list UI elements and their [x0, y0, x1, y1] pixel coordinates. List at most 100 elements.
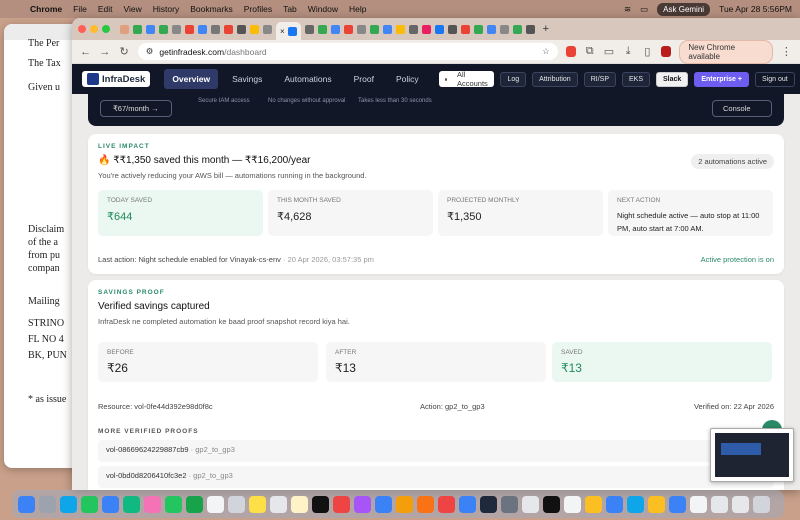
vscode-icon[interactable]	[627, 495, 644, 513]
menu-view[interactable]: View	[123, 4, 141, 14]
appletv-icon[interactable]	[312, 495, 329, 513]
app-icon[interactable]	[648, 495, 665, 513]
stack-icon[interactable]	[732, 495, 749, 513]
messages-icon[interactable]	[81, 495, 98, 513]
appstore-icon[interactable]	[375, 495, 392, 513]
zoom-window-icon[interactable]	[102, 25, 110, 33]
tab-favicon[interactable]	[382, 24, 392, 34]
console-button[interactable]: Console	[712, 100, 772, 117]
photos-icon[interactable]	[144, 495, 161, 513]
tab-favicon[interactable]	[408, 24, 418, 34]
tab-favicon[interactable]	[317, 24, 327, 34]
tab-favicon[interactable]	[460, 24, 470, 34]
bookmark-star-icon[interactable]: ☆	[542, 46, 550, 57]
nav-savings[interactable]: Savings	[224, 69, 270, 89]
sidepanel-icon[interactable]: ▯	[642, 45, 653, 58]
nav-proof[interactable]: Proof	[346, 69, 382, 89]
app-icon[interactable]	[669, 495, 686, 513]
stack-icon[interactable]	[711, 495, 728, 513]
tab-favicon[interactable]	[395, 24, 405, 34]
calendar-icon[interactable]	[207, 495, 224, 513]
tab-favicon[interactable]	[211, 24, 220, 34]
active-tab[interactable]: ×	[276, 22, 301, 40]
menu-edit[interactable]: Edit	[98, 4, 113, 14]
mail-icon[interactable]	[102, 495, 119, 513]
reminders-icon[interactable]	[270, 495, 287, 513]
log-button[interactable]: Log	[500, 71, 527, 87]
tab-favicon[interactable]	[356, 24, 366, 34]
new-chrome-available-button[interactable]: New Chrome available	[679, 39, 773, 64]
trash-icon[interactable]	[753, 495, 770, 513]
tab-favicon[interactable]	[525, 24, 535, 34]
url-field[interactable]: ⚙ getinfradesk.com/dashboard ☆	[137, 43, 558, 60]
safari-icon[interactable]	[60, 495, 77, 513]
tab-favicon[interactable]	[263, 24, 272, 34]
nav-overview[interactable]: Overview	[164, 69, 219, 89]
terminal-preview-icon[interactable]	[480, 495, 497, 513]
tab-favicon[interactable]	[421, 24, 431, 34]
menu-help[interactable]: Help	[349, 4, 366, 14]
forward-icon[interactable]: →	[99, 46, 110, 58]
tab-favicon[interactable]	[224, 24, 233, 34]
cast-icon[interactable]: ▭	[603, 45, 614, 58]
proof-list-item[interactable]: vol-0bd0d8206410fc3e2 · gp2_to_gp3 22	[98, 466, 774, 488]
facetime-icon[interactable]	[165, 495, 182, 513]
contacts-icon[interactable]	[228, 495, 245, 513]
tab-favicon[interactable]	[159, 24, 168, 34]
reload-icon[interactable]: ↻	[119, 45, 130, 58]
tab-favicon[interactable]	[473, 24, 483, 34]
tab-favicon[interactable]	[447, 24, 457, 34]
tab-favicon[interactable]	[486, 24, 496, 34]
tab-favicon[interactable]	[172, 24, 181, 34]
settings-icon[interactable]	[501, 495, 518, 513]
ask-gemini-button[interactable]: Ask Gemini	[657, 2, 711, 16]
tab-favicon[interactable]	[330, 24, 340, 34]
clock[interactable]: Tue Apr 28 5:56PM	[719, 4, 792, 14]
tab-favicon[interactable]	[304, 24, 314, 34]
screenshot-thumbnail[interactable]	[710, 428, 794, 482]
downloads-icon[interactable]	[690, 495, 707, 513]
infradesk-logo[interactable]: InfraDesk	[82, 71, 151, 87]
wifi-icon[interactable]: ≋	[624, 4, 631, 15]
tab-favicon[interactable]	[185, 24, 194, 34]
podcasts-icon[interactable]	[354, 495, 371, 513]
launchpad-icon[interactable]	[39, 495, 56, 513]
menu-profiles[interactable]: Profiles	[244, 4, 272, 14]
proof-list-item[interactable]: vol-08669624229887cb9 · gp2_to_gp3 22	[98, 440, 774, 462]
tab-favicon[interactable]	[499, 24, 509, 34]
notes-icon[interactable]	[249, 495, 266, 513]
back-icon[interactable]: ←	[80, 46, 91, 58]
chrome-icon[interactable]	[585, 495, 602, 513]
rocket-icon[interactable]	[438, 495, 455, 513]
close-window-icon[interactable]	[78, 25, 86, 33]
nav-policy[interactable]: Policy	[388, 69, 427, 89]
pricing-button[interactable]: ₹67/month →	[100, 100, 172, 117]
tab-favicon[interactable]	[146, 24, 155, 34]
risp-button[interactable]: RI/SP	[583, 71, 616, 87]
tab-favicon[interactable]	[250, 24, 259, 34]
enterprise-button[interactable]: Enterprise +	[694, 71, 749, 87]
battery-icon[interactable]: ▭	[640, 4, 648, 15]
maps-icon[interactable]	[123, 495, 140, 513]
app-icon[interactable]	[606, 495, 623, 513]
tab-favicon[interactable]	[133, 24, 142, 34]
profile-avatar[interactable]	[661, 46, 672, 57]
download-icon[interactable]: ⤓	[623, 45, 634, 58]
minimize-window-icon[interactable]	[90, 25, 98, 33]
terminal-icon[interactable]	[543, 495, 560, 513]
tab-favicon[interactable]	[237, 24, 246, 34]
music-icon[interactable]	[333, 495, 350, 513]
freeform-icon[interactable]	[291, 495, 308, 513]
tab-favicon[interactable]	[343, 24, 353, 34]
eks-button[interactable]: EKS	[622, 71, 651, 87]
tab-favicon[interactable]	[512, 24, 522, 34]
extensions-puzzle-icon[interactable]: ⧉	[584, 45, 595, 58]
chatgpt-icon[interactable]	[564, 495, 581, 513]
extension-icon[interactable]	[565, 46, 577, 57]
new-tab-icon[interactable]: +	[543, 23, 549, 35]
pages-icon[interactable]	[396, 495, 413, 513]
finder-icon[interactable]	[18, 495, 35, 513]
menu-bookmarks[interactable]: Bookmarks	[190, 4, 233, 14]
menu-app-name[interactable]: Chrome	[30, 4, 62, 14]
slack-button[interactable]: Slack	[656, 71, 689, 87]
